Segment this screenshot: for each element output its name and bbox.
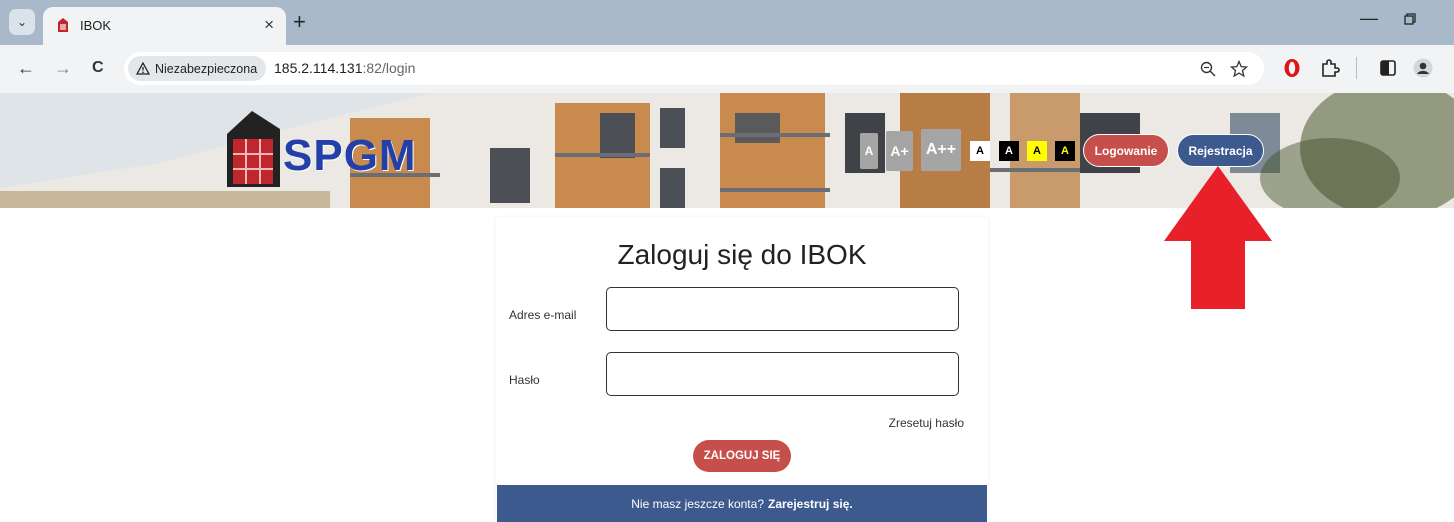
browser-tab[interactable]: IBOK × (43, 7, 286, 45)
spgm-logo-icon (227, 111, 280, 187)
contrast-black-yellow-button[interactable]: A (1055, 141, 1075, 161)
login-nav-button[interactable]: Logowanie (1083, 134, 1169, 167)
address-bar[interactable]: Niezabezpieczona 185.2.114.131:82/login (124, 52, 1264, 85)
font-size-large-button[interactable]: A+ (886, 131, 913, 171)
security-label: Niezabezpieczona (155, 61, 258, 76)
register-footer: Nie masz jeszcze konta? Zarejestruj się. (497, 485, 987, 522)
login-nav-label: Logowanie (1094, 143, 1158, 158)
email-field[interactable] (606, 287, 959, 331)
contrast-black-white-label: A (1005, 145, 1013, 157)
browser-toolbar: ← → C Niezabezpieczona 185.2.114.131:82/… (0, 45, 1454, 93)
font-size-normal-label: A (864, 144, 874, 158)
reload-icon[interactable]: C (92, 58, 104, 78)
url-host: 185.2.114.131 (274, 60, 363, 76)
password-field[interactable] (606, 352, 959, 396)
email-label: Adres e-mail (509, 308, 577, 322)
footer-text: Nie masz jeszcze konta? (631, 496, 764, 511)
login-title: Zaloguj się do IBOK (617, 239, 867, 270)
opera-icon[interactable] (1283, 58, 1301, 78)
font-size-xlarge-button[interactable]: A++ (921, 129, 961, 171)
back-icon[interactable]: ← (17, 58, 35, 78)
tab-search-button[interactable]: ⌄ (9, 9, 35, 35)
new-tab-icon[interactable]: + (293, 11, 306, 33)
password-label: Hasło (509, 373, 540, 387)
minimize-icon[interactable]: — (1360, 8, 1378, 29)
extensions-icon[interactable] (1320, 58, 1340, 78)
tab-close-icon[interactable]: × (264, 15, 274, 35)
url-path: /login (381, 60, 416, 76)
favicon-icon (58, 18, 68, 32)
font-size-xlarge-label: A++ (925, 141, 957, 158)
red-arrow-annotation-icon (1164, 166, 1272, 309)
profile-icon[interactable] (1413, 58, 1433, 78)
font-size-normal-button[interactable]: A (860, 133, 878, 169)
login-card: Zaloguj się do IBOK Adres e-mail Hasło Z… (496, 217, 988, 522)
register-nav-button[interactable]: Rejestracja (1177, 134, 1264, 167)
contrast-default-label: A (976, 145, 984, 157)
restore-icon[interactable] (1404, 13, 1416, 25)
tab-title: IBOK (80, 18, 112, 33)
url-text[interactable]: 185.2.114.131:82/login (274, 60, 415, 76)
forward-icon[interactable]: → (54, 58, 72, 78)
chevron-down-icon: ⌄ (16, 15, 28, 29)
security-chip[interactable]: Niezabezpieczona (128, 56, 267, 81)
side-panel-icon[interactable] (1380, 60, 1396, 76)
register-nav-label: Rejestracja (1188, 143, 1253, 158)
font-size-large-label: A+ (890, 143, 909, 159)
toolbar-divider (1356, 57, 1357, 79)
bookmark-star-icon[interactable] (1230, 60, 1248, 78)
reset-password-link[interactable]: Zresetuj hasło (889, 416, 964, 430)
zoom-icon[interactable] (1200, 61, 1216, 77)
contrast-black-yellow-label: A (1061, 145, 1069, 157)
warning-icon (136, 62, 150, 75)
spgm-logo-text: SPGM (283, 131, 417, 180)
contrast-yellow-black-button[interactable]: A (1027, 141, 1047, 161)
register-link[interactable]: Zarejestruj się. (768, 497, 853, 511)
login-submit-button[interactable]: ZALOGUJ SIĘ (693, 440, 791, 472)
contrast-yellow-black-label: A (1033, 145, 1041, 157)
contrast-default-button[interactable]: A (970, 141, 990, 161)
contrast-black-white-button[interactable]: A (999, 141, 1019, 161)
browser-tab-bar: ⌄ IBOK × + — (0, 0, 1454, 45)
url-port: :82 (362, 60, 382, 76)
